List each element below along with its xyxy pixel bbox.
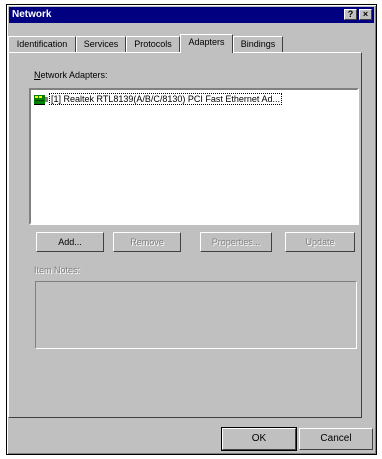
cancel-button[interactable]: Cancel [299, 428, 373, 450]
network-adapters-label: Network Adapters: [34, 70, 108, 80]
add-button-label: Add... [58, 237, 82, 247]
tab-label: Protocols [134, 39, 172, 49]
adapters-list[interactable]: [1] Realtek RTL8139(A/B/C/8130) PCI Fast… [29, 88, 359, 225]
tab-services[interactable]: Services [76, 36, 126, 52]
tab-label: Adapters [188, 37, 225, 47]
item-notes-box [35, 281, 357, 349]
close-icon: × [362, 9, 369, 19]
remove-button[interactable]: Remove [113, 232, 181, 252]
help-icon: ? [347, 9, 354, 19]
tab-protocols[interactable]: Protocols [126, 36, 180, 52]
title-bar[interactable]: Network ? × [9, 7, 374, 23]
add-button[interactable]: Add... [36, 232, 104, 252]
network-adapter-icon [34, 94, 48, 105]
help-button[interactable]: ? [344, 9, 357, 20]
adapter-name: [1] Realtek RTL8139(A/B/C/8130) PCI Fast… [49, 93, 282, 105]
cancel-button-label: Cancel [320, 433, 352, 444]
close-button[interactable]: × [359, 9, 372, 20]
tab-identification[interactable]: Identification [8, 36, 76, 52]
list-item[interactable]: [1] Realtek RTL8139(A/B/C/8130) PCI Fast… [34, 93, 282, 105]
tab-adapters[interactable]: Adapters [180, 34, 233, 53]
ok-button-label: OK [251, 433, 267, 444]
tab-label: Identification [16, 39, 68, 49]
item-notes-label: Item Notes: [34, 265, 81, 275]
tab-label: Services [83, 39, 119, 49]
window-title: Network [12, 9, 52, 20]
ok-button[interactable]: OK [221, 427, 297, 451]
tab-bindings[interactable]: Bindings [233, 36, 283, 52]
remove-button-label: Remove [130, 237, 164, 247]
network-adapters-text: etwork Adapters: [40, 70, 108, 80]
update-button[interactable]: Update [285, 232, 355, 252]
tab-label: Bindings [240, 39, 276, 49]
update-button-label: Update [305, 237, 335, 247]
properties-button[interactable]: Properties... [200, 232, 272, 252]
properties-button-label: Properties... [211, 237, 261, 247]
